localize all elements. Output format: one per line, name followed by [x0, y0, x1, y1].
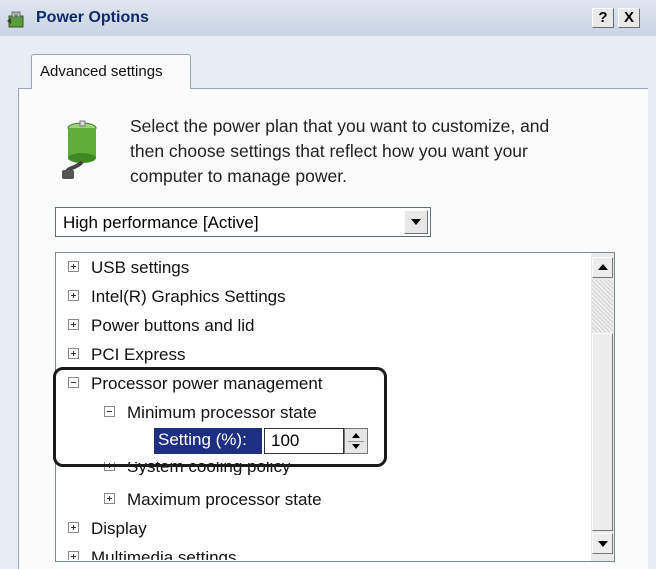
power-plan-select[interactable]: High performance [Active]	[55, 207, 431, 237]
tab-advanced-settings[interactable]: Advanced settings	[31, 54, 191, 89]
expand-plus-icon[interactable]	[68, 261, 79, 273]
tree-item-multimedia[interactable]: Multimedia settings	[68, 548, 237, 560]
tree-item-display[interactable]: Display	[68, 519, 147, 543]
close-button[interactable]: X	[618, 8, 640, 28]
tree-item-intel-graphics[interactable]: Intel(R) Graphics Settings	[68, 287, 286, 311]
tree-item-pci-express[interactable]: PCI Express	[68, 345, 185, 369]
description-line: then choose settings that reflect how yo…	[130, 141, 528, 161]
help-button[interactable]: ?	[592, 8, 614, 28]
chevron-down-icon[interactable]	[404, 210, 428, 234]
tree-item-maximum-processor-state[interactable]: Maximum processor state	[104, 490, 322, 514]
expand-plus-icon[interactable]	[104, 493, 115, 505]
description-line: Select the power plan that you want to c…	[130, 116, 550, 136]
expand-plus-icon[interactable]	[68, 319, 79, 331]
tree-item-power-buttons[interactable]: Power buttons and lid	[68, 316, 255, 340]
expand-plus-icon[interactable]	[68, 290, 79, 302]
battery-plug-icon	[60, 118, 106, 180]
description-text: Select the power plan that you want to c…	[130, 114, 610, 189]
tree-item-usb-settings[interactable]: USB settings	[68, 258, 189, 282]
vertical-scrollbar[interactable]	[591, 253, 614, 561]
scroll-thumb[interactable]	[592, 333, 613, 531]
scroll-track[interactable]	[592, 280, 613, 332]
expand-plus-icon[interactable]	[68, 348, 79, 360]
title-bar: Power Options ? X	[0, 0, 656, 36]
window-title: Power Options	[36, 9, 149, 26]
power-options-icon	[6, 9, 28, 29]
scroll-up-icon[interactable]	[592, 257, 613, 278]
power-plan-value: High performance [Active]	[63, 213, 259, 232]
scroll-down-icon[interactable]	[592, 533, 613, 554]
expand-plus-icon[interactable]	[68, 551, 79, 560]
expand-plus-icon[interactable]	[68, 522, 79, 534]
callout-highlight	[53, 367, 387, 467]
description-line: computer to manage power.	[130, 166, 347, 186]
